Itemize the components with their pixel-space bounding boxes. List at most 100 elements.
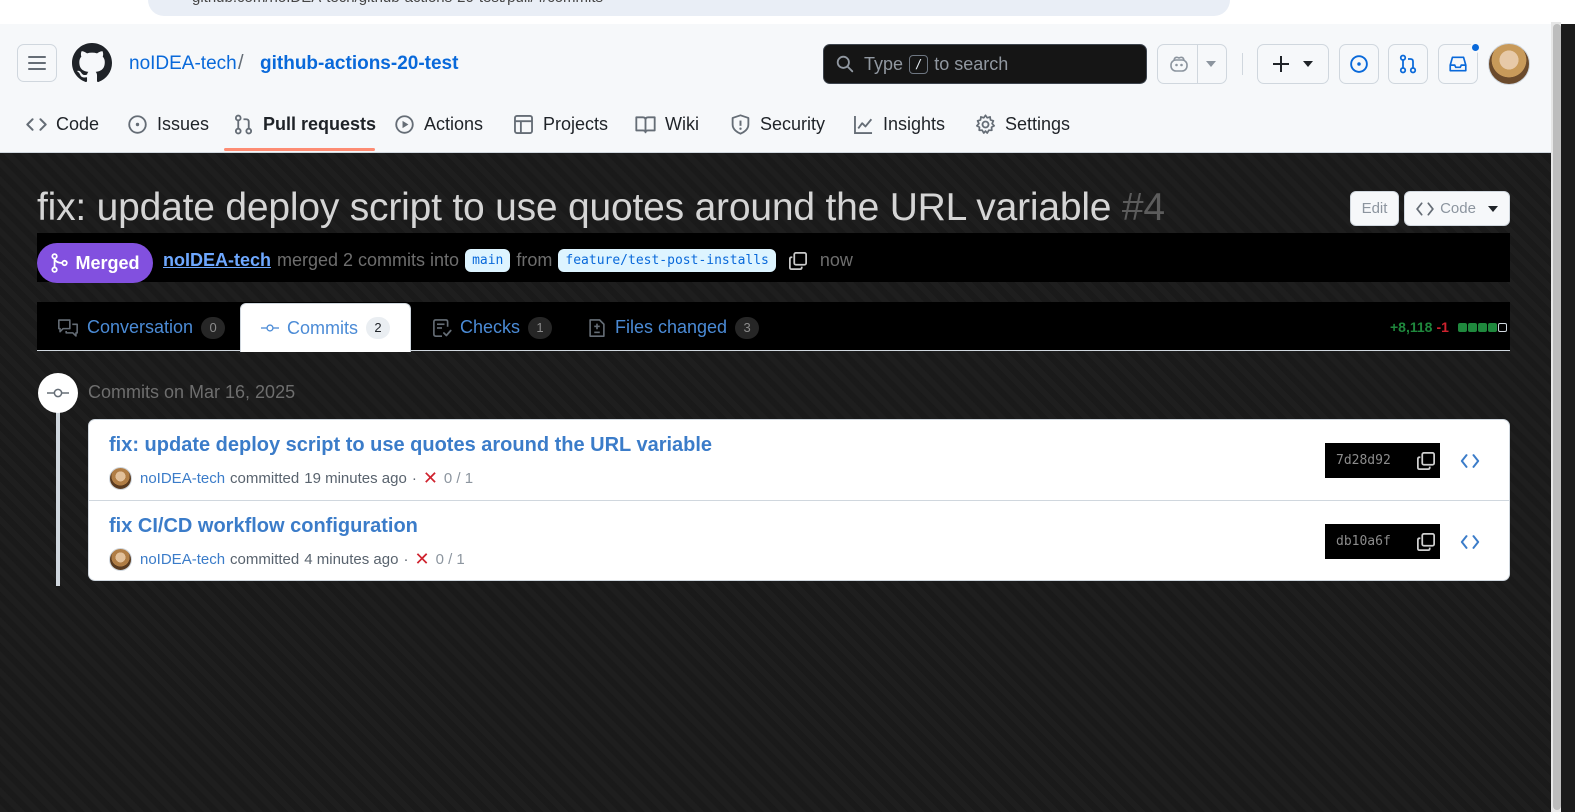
table-icon xyxy=(514,114,533,134)
checklist-icon xyxy=(433,318,452,337)
repo-nav-wiki[interactable]: Wiki xyxy=(635,106,699,142)
status-badge-label: Merged xyxy=(75,252,140,273)
x-icon[interactable]: ✕ xyxy=(414,549,429,570)
search-placeholder-prefix: Type xyxy=(864,53,904,74)
graph-icon xyxy=(854,115,873,134)
repo-nav-code[interactable]: Code xyxy=(26,106,99,142)
base-branch-label[interactable]: main xyxy=(465,249,511,272)
play-icon xyxy=(395,114,414,134)
checks-count[interactable]: 0 / 1 xyxy=(436,551,465,568)
repo-nav-label: Insights xyxy=(883,113,946,134)
list-item: fix CI/CD workflow configuration noIDEA-… xyxy=(89,500,1509,580)
issue-opened-icon xyxy=(1350,55,1368,73)
search-placeholder-suffix: to search xyxy=(934,53,1009,74)
repo-nav-pull-requests[interactable]: Pull requests xyxy=(233,106,376,142)
git-merge-icon xyxy=(51,253,69,273)
commit-message-link[interactable]: fix CI/CD workflow configuration xyxy=(109,515,418,538)
repo-nav-label: Code xyxy=(56,113,100,134)
pr-title-text: fix: update deploy script to use quotes … xyxy=(37,186,1112,229)
inbox-icon xyxy=(1449,56,1467,72)
copilot-button[interactable] xyxy=(1157,44,1227,84)
status-badge: Merged xyxy=(37,243,153,283)
edit-title-button[interactable]: Edit xyxy=(1350,191,1399,226)
copilot-icon xyxy=(1169,56,1188,72)
commit-author-link[interactable]: noIDEA-tech xyxy=(140,551,225,568)
repo-nav-settings[interactable]: Settings xyxy=(975,106,1070,142)
tab-commits[interactable]: Commits 2 xyxy=(240,303,411,352)
tab-files-changed[interactable]: Files changed 3 xyxy=(587,303,760,352)
hamburger-icon xyxy=(28,56,46,70)
diffstat-block-added xyxy=(1467,322,1477,332)
your-pull-requests-button[interactable] xyxy=(1388,44,1428,84)
commit-sha-link[interactable]: 7d28d92 xyxy=(1336,453,1398,468)
additions-count: +8,118 xyxy=(1390,319,1433,335)
tab-label: Checks xyxy=(460,317,521,337)
repo-nav-projects[interactable]: Projects xyxy=(513,106,608,142)
copy-branch-button[interactable] xyxy=(788,251,808,271)
copy-icon[interactable] xyxy=(1416,451,1436,471)
tab-counter: 3 xyxy=(735,316,760,339)
repo-nav-label: Settings xyxy=(1005,113,1071,134)
shield-icon xyxy=(731,113,750,135)
code-icon xyxy=(1460,535,1480,549)
code-icon xyxy=(1460,454,1480,468)
page-scrollbar-thumb[interactable] xyxy=(1553,24,1561,810)
repo-nav-security[interactable]: Security xyxy=(730,106,825,142)
repo-nav-label: Pull requests xyxy=(263,113,377,134)
code-button-label: Code xyxy=(1440,200,1476,217)
repo-nav-actions[interactable]: Actions xyxy=(394,106,483,142)
commit-author-link[interactable]: noIDEA-tech xyxy=(140,470,225,487)
chevron-down-icon xyxy=(1487,205,1498,212)
tab-label: Files changed xyxy=(615,317,728,337)
diffstat-block-added xyxy=(1487,322,1497,332)
checks-count[interactable]: 0 / 1 xyxy=(444,470,473,487)
search-icon xyxy=(836,55,854,73)
commit-sha-group: 7d28d92 xyxy=(1325,443,1440,478)
your-issues-button[interactable] xyxy=(1339,44,1379,84)
user-avatar[interactable] xyxy=(1488,43,1530,85)
head-branch-label[interactable]: feature/test-post-installs xyxy=(558,249,776,272)
commit-time[interactable]: 4 minutes ago xyxy=(304,551,398,568)
repo-nav-label: Security xyxy=(760,113,826,134)
tab-conversation[interactable]: Conversation 0 xyxy=(57,303,226,352)
commit-sha-group: db10a6f xyxy=(1325,524,1440,559)
merge-time: now xyxy=(819,250,853,270)
breadcrumb-repo[interactable]: github-actions-20-test xyxy=(260,53,458,75)
commit-meta: noIDEA-tech committed 19 minutes ago · ✕… xyxy=(109,467,473,490)
diffstat-blocks xyxy=(1457,322,1507,332)
x-icon[interactable]: ✕ xyxy=(423,468,438,489)
comment-discussion-icon xyxy=(58,318,78,337)
gear-icon xyxy=(975,113,996,134)
copy-icon[interactable] xyxy=(1416,532,1436,552)
code-dropdown-button[interactable]: Code xyxy=(1404,191,1510,226)
repo-nav-issues[interactable]: Issues xyxy=(127,106,209,142)
browse-repo-at-commit-button[interactable] xyxy=(1457,529,1483,555)
create-new-button[interactable] xyxy=(1257,44,1329,84)
menu-button[interactable] xyxy=(17,44,57,82)
breadcrumb-separator: / xyxy=(238,52,244,74)
diffstat-block-neutral xyxy=(1497,322,1507,332)
avatar[interactable] xyxy=(109,548,132,571)
browser-address-bar[interactable]: github.com/noIDEA-tech/github-actions-20… xyxy=(148,0,1230,16)
commit-message-link[interactable]: fix: update deploy script to use quotes … xyxy=(109,434,712,457)
commit-time[interactable]: 19 minutes ago xyxy=(304,470,407,487)
commit-list: fix: update deploy script to use quotes … xyxy=(88,419,1510,581)
breadcrumb-owner[interactable]: noIDEA-tech xyxy=(129,53,237,75)
pr-author-link[interactable]: noIDEA-tech xyxy=(163,250,271,271)
avatar[interactable] xyxy=(109,467,132,490)
commits-date-heading: Commits on Mar 16, 2025 xyxy=(88,382,296,402)
from-text: from xyxy=(516,250,553,270)
chevron-down-icon[interactable] xyxy=(1205,61,1216,67)
commit-verb: committed xyxy=(230,470,300,487)
tab-checks[interactable]: Checks 1 xyxy=(432,303,553,352)
browse-repo-at-commit-button[interactable] xyxy=(1457,448,1483,474)
repo-nav-label: Projects xyxy=(543,113,609,134)
commit-verb: committed xyxy=(230,551,300,568)
tab-label: Conversation xyxy=(87,317,194,337)
merge-description: merged 2 commits into xyxy=(277,250,460,270)
commit-sha-link[interactable]: db10a6f xyxy=(1336,534,1398,549)
code-icon xyxy=(26,117,47,131)
search-input[interactable]: Type / to search xyxy=(823,44,1147,84)
repo-nav-insights[interactable]: Insights xyxy=(853,106,945,142)
github-logo-icon[interactable] xyxy=(72,43,112,83)
